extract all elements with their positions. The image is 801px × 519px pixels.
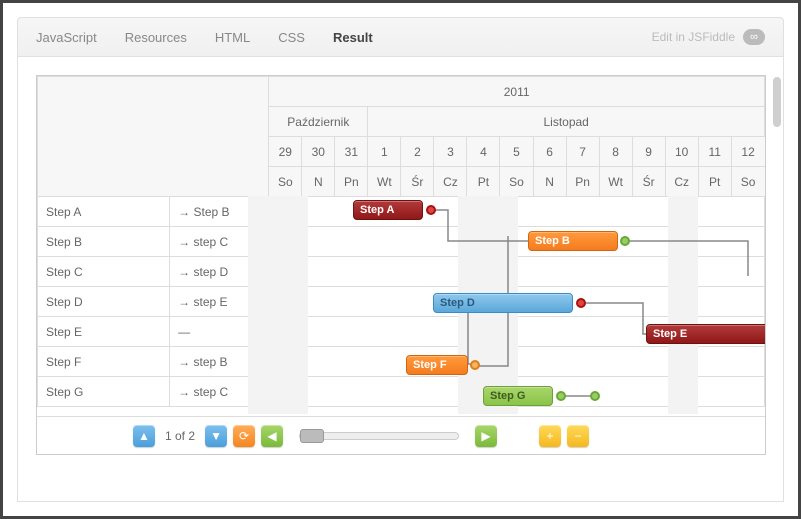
weekend-col	[248, 196, 278, 414]
gantt-bar-step-f[interactable]: Step F	[406, 355, 468, 375]
weekend-col	[668, 196, 698, 414]
tab-result[interactable]: Result	[333, 30, 373, 45]
cloud-icon[interactable]	[743, 29, 765, 45]
gantt-chart: 2011 Październik Listopad 293031 123 456…	[36, 75, 766, 455]
corner-cell	[38, 77, 269, 197]
connector-dot	[426, 205, 436, 215]
timeline-overlay: Step A Step B Step D Step E Step F Step …	[248, 196, 765, 414]
weekend-col	[278, 196, 308, 414]
scrollbar-vertical[interactable]	[773, 77, 781, 127]
edit-link[interactable]: Edit in JSFiddle	[652, 30, 735, 44]
gantt-footer: ▲ 1 of 2 ▼ ⟳ ◀ ▶ + −	[37, 416, 765, 454]
gantt-bar-step-g[interactable]: Step G	[483, 386, 553, 406]
zoom-in-button[interactable]: +	[539, 425, 561, 447]
gantt-bar-step-d[interactable]: Step D	[433, 293, 573, 313]
zoom-out-button[interactable]: −	[567, 425, 589, 447]
tab-javascript[interactable]: JavaScript	[36, 30, 97, 45]
month-header-nov: Listopad	[368, 107, 765, 137]
connector-dot	[620, 236, 630, 246]
tab-resources[interactable]: Resources	[125, 30, 187, 45]
year-header: 2011	[269, 77, 765, 107]
connector-dot	[470, 360, 480, 370]
slider-thumb[interactable]	[300, 429, 324, 443]
tab-css[interactable]: CSS	[278, 30, 305, 45]
timeline-slider[interactable]	[299, 432, 459, 440]
jsfiddle-tabs: JavaScript Resources HTML CSS Result Edi…	[17, 17, 784, 57]
connector-dot	[556, 391, 566, 401]
gantt-bar-step-a[interactable]: Step A	[353, 200, 423, 220]
page-label: 1 of 2	[165, 429, 195, 443]
connector-dot	[576, 298, 586, 308]
page-up-button[interactable]: ▲	[133, 425, 155, 447]
result-pane: 2011 Październik Listopad 293031 123 456…	[17, 57, 784, 502]
month-header-oct: Październik	[269, 107, 368, 137]
scroll-right-button[interactable]: ▶	[475, 425, 497, 447]
gantt-bar-step-e[interactable]: Step E	[646, 324, 766, 344]
window-frame: JavaScript Resources HTML CSS Result Edi…	[0, 0, 801, 519]
scroll-left-button[interactable]: ◀	[261, 425, 283, 447]
refresh-button[interactable]: ⟳	[233, 425, 255, 447]
page-down-button[interactable]: ▼	[205, 425, 227, 447]
tab-html[interactable]: HTML	[215, 30, 250, 45]
connector-dot	[590, 391, 600, 401]
gantt-bar-step-b[interactable]: Step B	[528, 231, 618, 251]
